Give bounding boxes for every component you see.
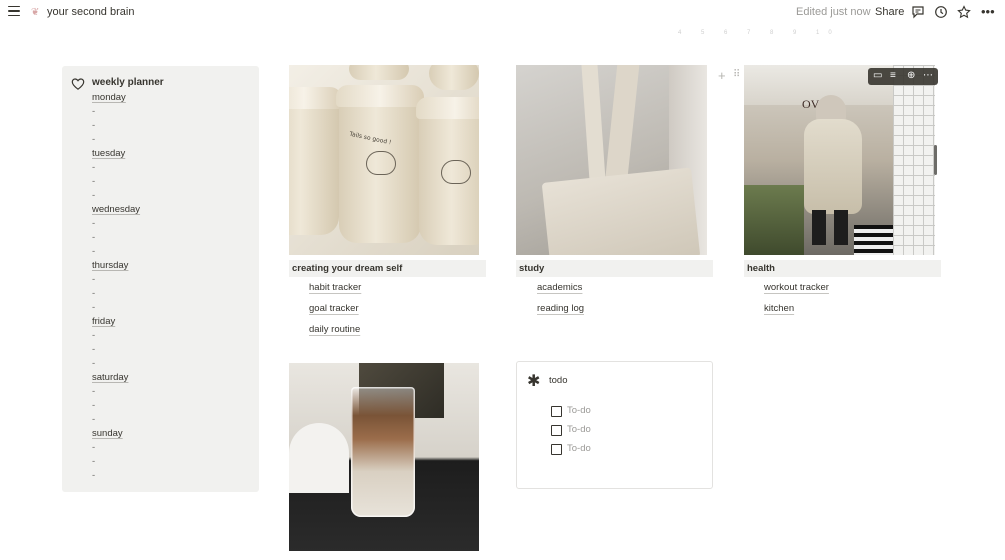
planner-day-sunday[interactable]: sunday: [92, 427, 140, 441]
planner-dash-item[interactable]: -: [92, 273, 140, 287]
kitchen-link[interactable]: kitchen: [764, 303, 794, 314]
cups-image[interactable]: Tails so good !: [289, 65, 479, 255]
todo-item-label[interactable]: To-do: [567, 443, 591, 454]
history-icon[interactable]: [934, 5, 948, 19]
add-block-icon[interactable]: +: [718, 68, 726, 83]
edited-status: Edited just now: [796, 6, 871, 18]
habit-tracker-link[interactable]: habit tracker: [309, 282, 361, 293]
asterisk-icon: ✱: [527, 373, 541, 390]
planner-dash-item[interactable]: -: [92, 413, 140, 427]
planner-day-saturday[interactable]: saturday: [92, 371, 140, 385]
todo-callout: ✱ todo To-do To-do To-do: [516, 361, 713, 489]
todo-checkbox[interactable]: [551, 425, 562, 436]
planner-day-friday[interactable]: friday: [92, 315, 140, 329]
column-header-dream-self: creating your dream self: [289, 260, 486, 277]
page-number-strip: 4 5 6 7 8 9 10: [678, 30, 841, 36]
planner-dash-item[interactable]: -: [92, 301, 140, 315]
planner-dash-item[interactable]: -: [92, 175, 140, 189]
drag-handle-icon[interactable]: ⠿: [733, 69, 740, 80]
breadcrumb-page-title[interactable]: your second brain: [47, 6, 134, 18]
weekly-planner-callout: weekly planner monday - - - tuesday - - - wednes…: [62, 66, 259, 492]
heart-icon: [71, 78, 85, 90]
original-icon[interactable]: ⊕: [907, 70, 915, 81]
planner-dash-item[interactable]: -: [92, 161, 140, 175]
more-icon[interactable]: •••: [981, 4, 995, 19]
planner-title: weekly planner: [92, 77, 164, 88]
planner-day-tuesday[interactable]: tuesday: [92, 147, 140, 161]
planner-dash-item[interactable]: -: [92, 357, 140, 371]
planner-dash-item[interactable]: -: [92, 455, 140, 469]
planner-dash-item[interactable]: -: [92, 329, 140, 343]
top-bar: ❦ your second brain Edited just now Shar…: [0, 0, 1005, 24]
image-toolbar: ▭ ≡ ⊕ ⋯: [868, 68, 938, 85]
share-button[interactable]: Share: [875, 6, 904, 18]
planner-list: monday - - - tuesday - - - wednesday - - - thursday -…: [92, 91, 140, 483]
comment-icon[interactable]: [911, 5, 925, 19]
planner-dash-item[interactable]: -: [92, 469, 140, 483]
heart-doodle-icon: ❦: [31, 7, 40, 18]
daily-routine-link[interactable]: daily routine: [309, 324, 360, 335]
planner-day-wednesday[interactable]: wednesday: [92, 203, 140, 217]
resize-handle[interactable]: [934, 145, 937, 175]
planner-dash-item[interactable]: -: [92, 287, 140, 301]
todo-checkbox[interactable]: [551, 444, 562, 455]
iced-coffee-image[interactable]: [289, 363, 479, 551]
planner-dash-item[interactable]: -: [92, 441, 140, 455]
more-icon[interactable]: ⋯: [923, 70, 933, 81]
star-icon[interactable]: [957, 5, 971, 19]
todo-item-label[interactable]: To-do: [567, 424, 591, 435]
planner-dash-item[interactable]: -: [92, 245, 140, 259]
planner-dash-item[interactable]: -: [92, 119, 140, 133]
todo-item-label[interactable]: To-do: [567, 405, 591, 416]
planner-dash-item[interactable]: -: [92, 399, 140, 413]
planner-day-thursday[interactable]: thursday: [92, 259, 140, 273]
menu-icon[interactable]: [8, 6, 20, 17]
workout-tracker-link[interactable]: workout tracker: [764, 282, 829, 293]
planner-dash-item[interactable]: -: [92, 133, 140, 147]
tote-bag-image[interactable]: [516, 65, 707, 255]
comment-icon[interactable]: ▭: [873, 70, 882, 81]
todo-title: todo: [549, 375, 568, 386]
outfit-photo-image[interactable]: OVE: [744, 65, 935, 255]
caption-icon[interactable]: ≡: [890, 70, 896, 81]
planner-dash-item[interactable]: -: [92, 189, 140, 203]
planner-dash-item[interactable]: -: [92, 343, 140, 357]
planner-dash-item[interactable]: -: [92, 231, 140, 245]
column-header-health: health: [744, 260, 941, 277]
column-header-study: study: [516, 260, 713, 277]
planner-day-monday[interactable]: monday: [92, 91, 140, 105]
planner-dash-item[interactable]: -: [92, 105, 140, 119]
planner-dash-item[interactable]: -: [92, 217, 140, 231]
goal-tracker-link[interactable]: goal tracker: [309, 303, 359, 314]
cup-label-text: Tails so good !: [348, 130, 392, 147]
todo-checkbox[interactable]: [551, 406, 562, 417]
planner-dash-item[interactable]: -: [92, 385, 140, 399]
reading-log-link[interactable]: reading log: [537, 303, 584, 314]
academics-link[interactable]: academics: [537, 282, 582, 293]
